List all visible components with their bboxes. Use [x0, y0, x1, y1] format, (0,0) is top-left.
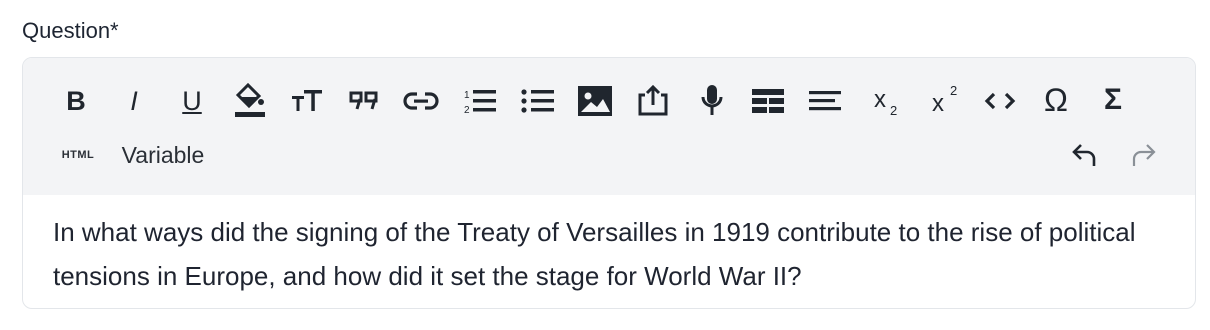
italic-icon: I [130, 85, 138, 116]
editor-content[interactable]: In what ways did the signing of the Trea… [53, 210, 1163, 298]
fill-color-button[interactable] [231, 80, 267, 120]
redo-icon [1132, 144, 1156, 166]
table-button[interactable] [750, 82, 786, 120]
special-char-button[interactable]: Ω [1038, 80, 1074, 120]
html-button[interactable]: HTML [57, 142, 99, 168]
upload-icon [638, 84, 668, 116]
svg-text:1: 1 [464, 90, 470, 101]
fill-color-icon [235, 82, 265, 117]
bold-button[interactable]: B [61, 82, 91, 120]
ordered-list-button[interactable]: 1 2 [461, 82, 499, 120]
svg-text:x: x [874, 86, 886, 113]
redo-button[interactable] [1126, 138, 1160, 172]
font-size-icon [292, 90, 322, 111]
svg-text:x: x [932, 90, 944, 117]
quote-icon [349, 91, 378, 110]
quote-button[interactable] [347, 82, 381, 120]
microphone-button[interactable] [695, 80, 729, 120]
link-icon [403, 92, 439, 110]
table-icon [752, 89, 784, 113]
superscript-button[interactable]: x 2 [929, 78, 965, 120]
code-button[interactable] [983, 82, 1017, 120]
subscript-icon: x 2 [874, 86, 897, 117]
superscript-icon: x 2 [932, 83, 957, 117]
italic-button[interactable]: I [119, 82, 149, 120]
microphone-icon [701, 85, 723, 115]
undo-button[interactable] [1068, 138, 1102, 172]
rich-text-editor[interactable]: B I U 1 2 x 2 x 2 Ω Σ HTML Variable In w… [22, 57, 1196, 309]
variable-label: Variable [121, 141, 205, 168]
image-icon [578, 86, 612, 116]
underline-icon: U [182, 85, 202, 116]
field-label: Question* [22, 18, 119, 43]
bold-icon: B [66, 85, 86, 116]
editor-toolbar: B I U 1 2 x 2 x 2 Ω Σ HTML Variable [23, 58, 1195, 195]
svg-text:2: 2 [464, 105, 470, 116]
upload-button[interactable] [634, 80, 672, 120]
ordered-list-icon: 1 2 [464, 90, 496, 116]
unordered-list-icon [521, 89, 554, 113]
svg-text:2: 2 [890, 103, 897, 117]
math-button[interactable]: Σ [1096, 80, 1130, 120]
image-button[interactable] [576, 82, 614, 120]
variable-button[interactable]: Variable [113, 138, 213, 172]
link-button[interactable] [402, 82, 440, 120]
sigma-icon: Σ [1103, 83, 1122, 116]
align-icon [809, 91, 841, 111]
unordered-list-button[interactable] [519, 82, 557, 120]
align-button[interactable] [806, 82, 844, 120]
underline-button[interactable]: U [175, 82, 209, 120]
undo-icon [1072, 144, 1096, 166]
svg-text:2: 2 [950, 83, 957, 98]
font-size-button[interactable] [289, 82, 325, 120]
omega-icon: Ω [1044, 81, 1068, 118]
html-label: HTML [61, 149, 95, 161]
subscript-button[interactable]: x 2 [871, 82, 905, 120]
code-icon [984, 92, 1016, 110]
